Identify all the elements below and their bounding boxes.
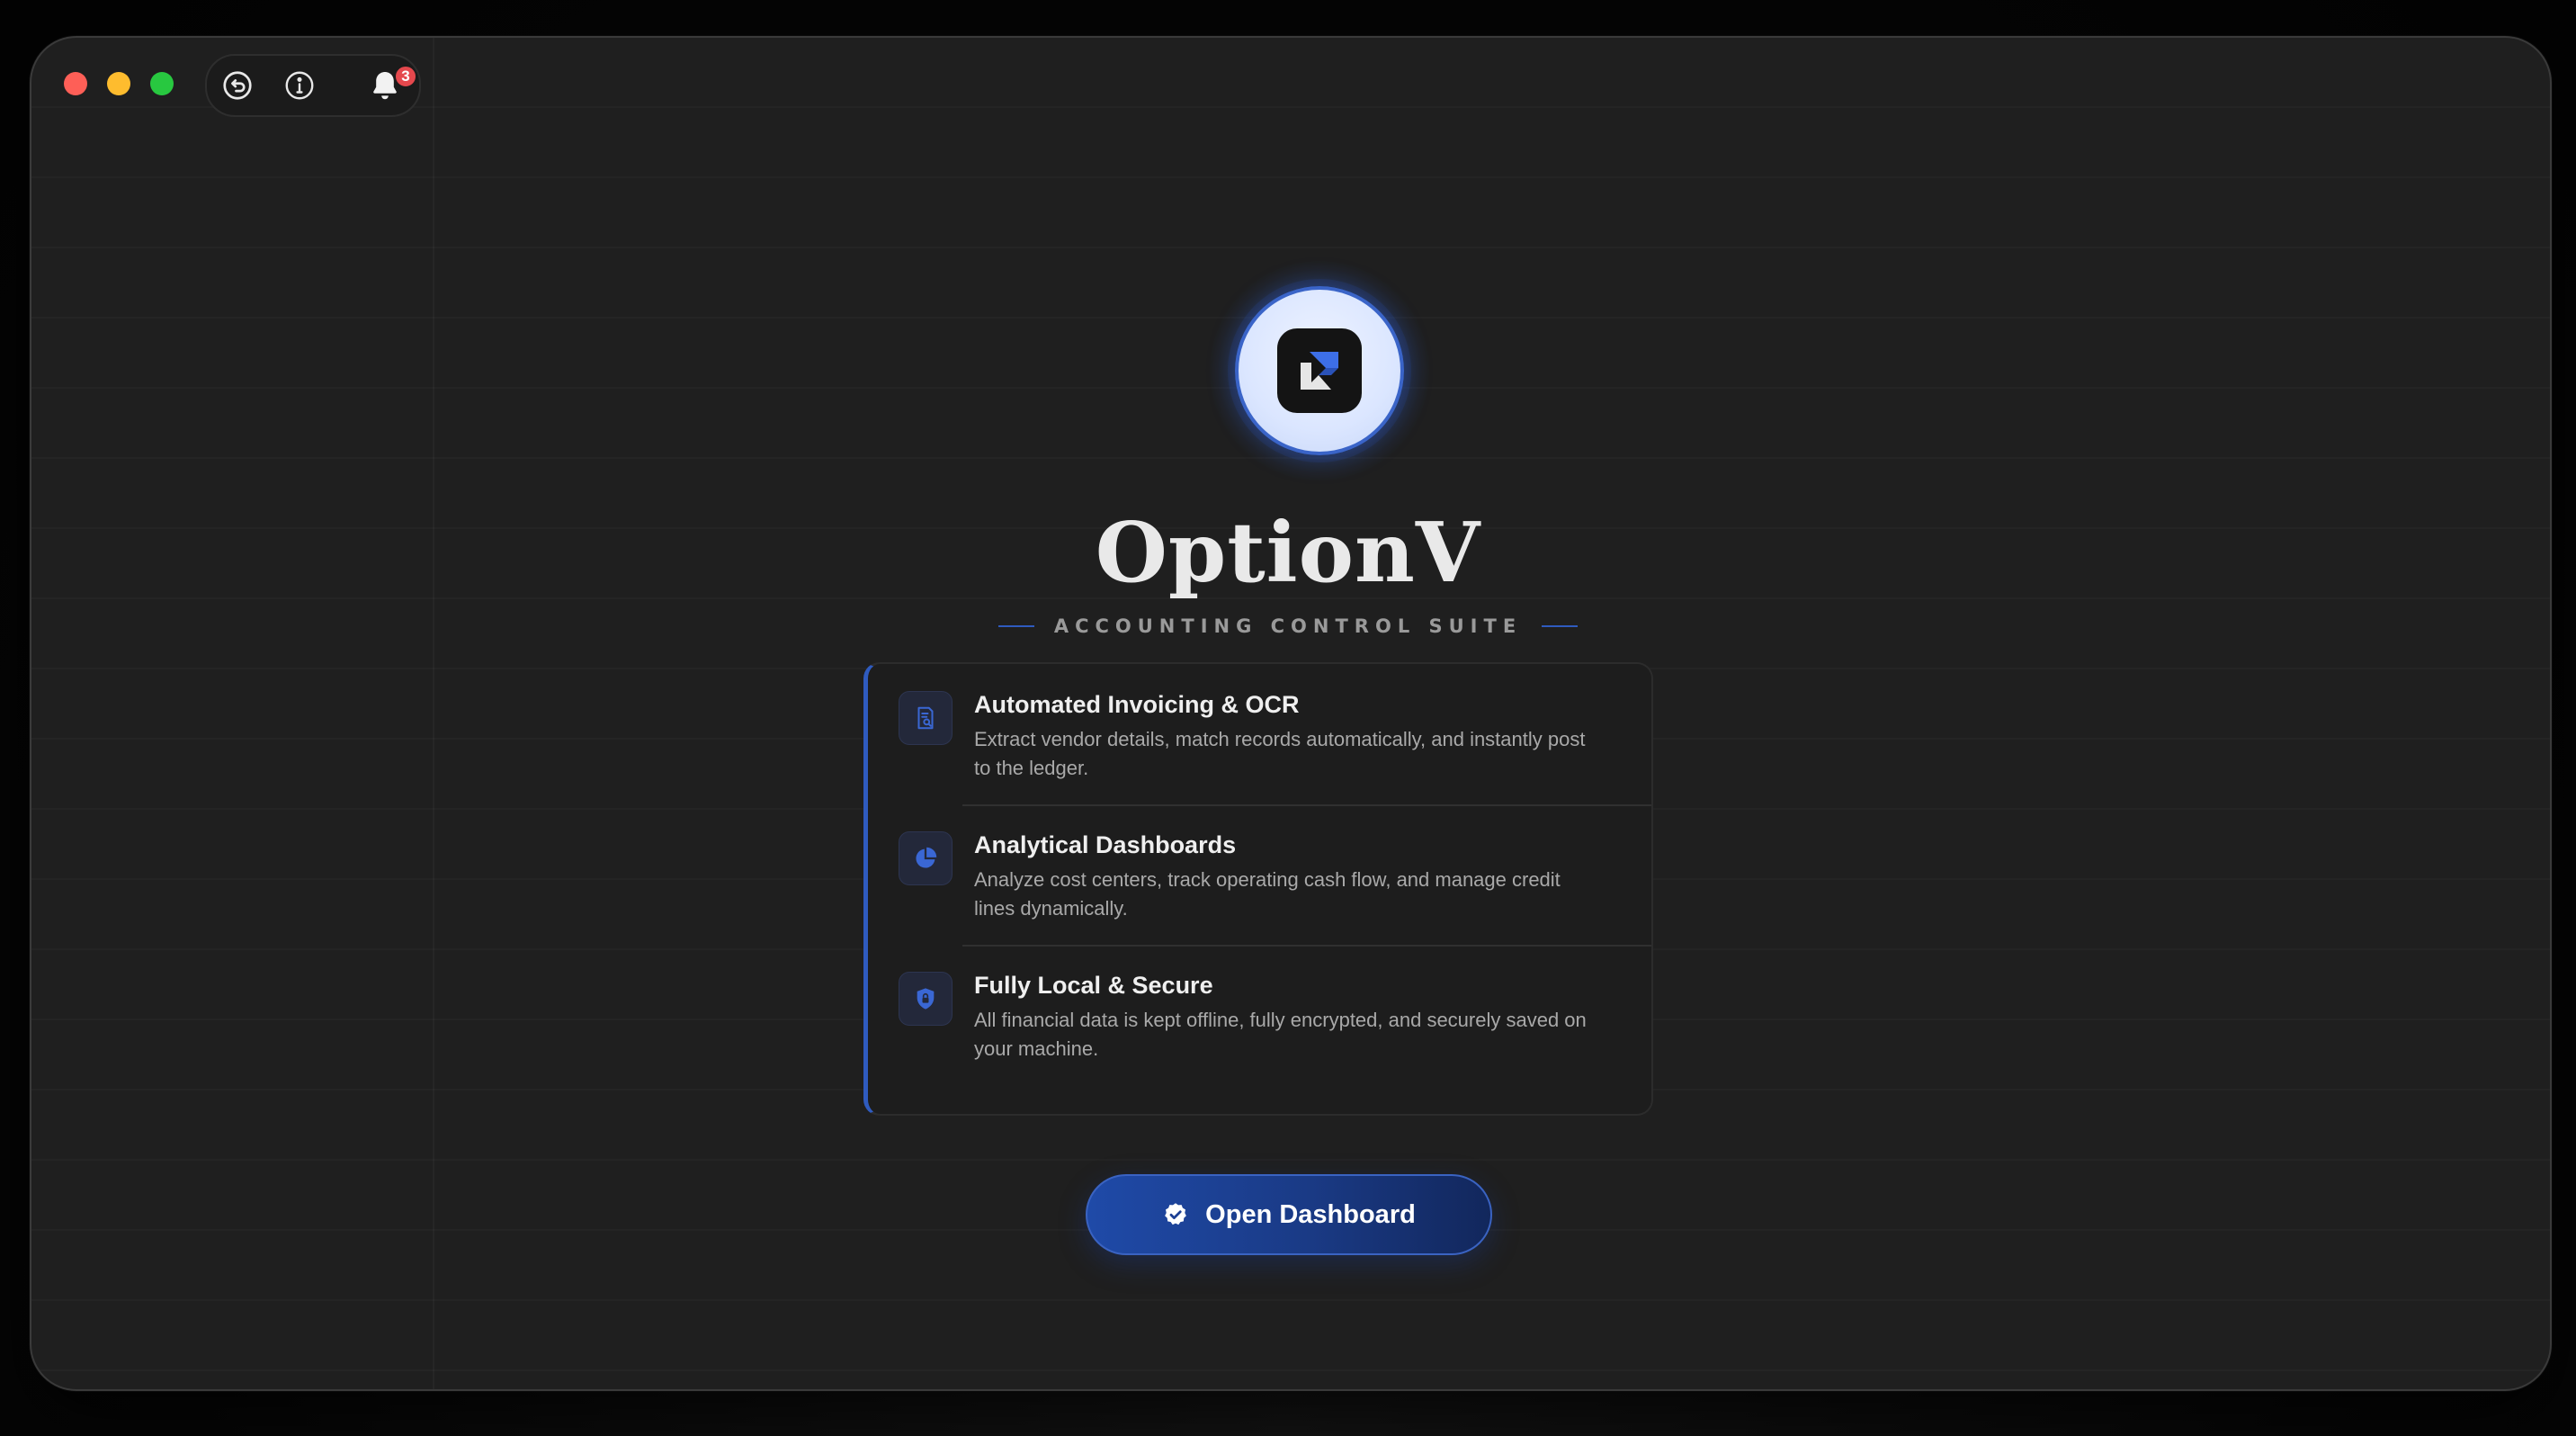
check-badge-icon bbox=[1165, 1203, 1187, 1225]
desktop-background: 3 OptionV ACCOUNTING CONTROL SUITE Autom… bbox=[0, 0, 2576, 1436]
feature-description: All financial data is kept offline, full… bbox=[974, 1009, 1587, 1060]
feature-item: Fully Local & Secure All financial data … bbox=[868, 945, 1651, 1085]
maximize-window-button[interactable] bbox=[150, 72, 174, 95]
notification-badge: 3 bbox=[394, 65, 417, 88]
tagline-rule-right bbox=[1542, 625, 1579, 627]
tagline-row: ACCOUNTING CONTROL SUITE bbox=[0, 615, 2576, 637]
feature-icon-container bbox=[899, 691, 953, 745]
undo-icon bbox=[223, 71, 252, 100]
tagline-rule-left bbox=[997, 625, 1034, 627]
feature-title: Automated Invoicing & OCR bbox=[974, 691, 1300, 718]
feature-icon-container bbox=[899, 831, 953, 885]
document-search-icon bbox=[917, 706, 934, 730]
pie-chart-icon bbox=[916, 847, 937, 868]
feature-item: Automated Invoicing & OCR Extract vendor… bbox=[868, 664, 1651, 804]
app-icon bbox=[1277, 328, 1362, 413]
minimize-window-button[interactable] bbox=[107, 72, 130, 95]
logo-ring bbox=[1235, 286, 1404, 455]
toolbar: 3 bbox=[205, 54, 421, 117]
optionv-logo-icon bbox=[1301, 352, 1338, 390]
open-dashboard-label: Open Dashboard bbox=[1205, 1199, 1416, 1229]
feature-list: Automated Invoicing & OCR Extract vendor… bbox=[863, 662, 1653, 1116]
open-dashboard-button[interactable]: Open Dashboard bbox=[1086, 1174, 1492, 1255]
feature-description: Analyze cost centers, track operating ca… bbox=[974, 868, 1561, 920]
window-controls bbox=[64, 72, 174, 95]
feature-separator bbox=[962, 804, 1651, 806]
feature-item: Analytical Dashboards Analyze cost cente… bbox=[868, 804, 1651, 945]
undo-button[interactable] bbox=[219, 67, 255, 103]
info-icon bbox=[285, 71, 314, 100]
feature-separator bbox=[962, 945, 1651, 947]
shield-lock-icon bbox=[917, 988, 935, 1010]
sidebar-divider bbox=[433, 38, 434, 1389]
close-window-button[interactable] bbox=[64, 72, 87, 95]
feature-icon-container bbox=[899, 972, 953, 1026]
feature-title: Fully Local & Secure bbox=[974, 972, 1213, 999]
info-button[interactable] bbox=[282, 67, 318, 103]
app-logo bbox=[1210, 261, 1429, 480]
app-title: OptionV bbox=[1095, 504, 1481, 601]
feature-description: Extract vendor details, match records au… bbox=[974, 728, 1586, 779]
tagline: ACCOUNTING CONTROL SUITE bbox=[1053, 615, 1523, 637]
feature-title: Analytical Dashboards bbox=[974, 831, 1237, 858]
